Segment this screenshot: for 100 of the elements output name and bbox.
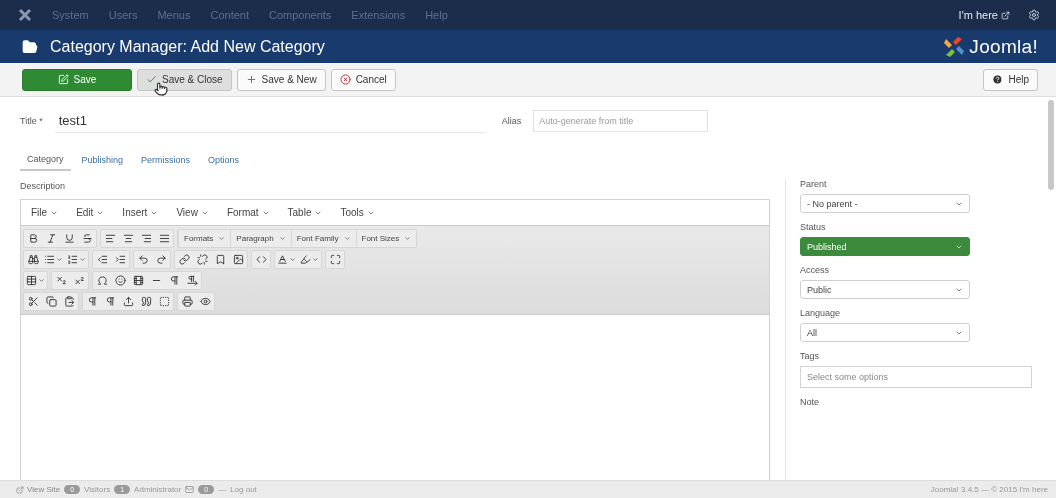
caret-icon <box>289 256 296 263</box>
paste-icon <box>63 296 75 307</box>
underline-icon <box>63 233 75 244</box>
logo-icon <box>943 35 966 58</box>
caret-icon <box>38 277 45 284</box>
highlight-icon <box>300 254 311 265</box>
media-icon <box>132 275 144 286</box>
preview-icon <box>199 296 211 307</box>
indent-icon <box>114 254 126 265</box>
caret-icon <box>404 235 412 242</box>
scrollbar[interactable] <box>1048 100 1054 190</box>
pilcrow-icon <box>104 296 116 307</box>
footer-text: — <box>218 485 227 494</box>
footer-text: Administrator <box>134 485 182 494</box>
align-right-icon <box>140 233 152 244</box>
smiley-icon <box>114 275 126 286</box>
strikethrough-icon <box>81 233 93 244</box>
field-label: Tags <box>800 351 820 361</box>
menu-item[interactable]: Tools <box>340 207 375 218</box>
dropdown[interactable]: Formats <box>178 230 231 247</box>
field-label: Parent <box>800 179 828 189</box>
select-field[interactable]: - No parent - <box>800 194 970 213</box>
mail-icon <box>185 485 195 494</box>
caret-icon <box>278 235 286 242</box>
subscript-icon <box>55 275 67 286</box>
text-color-icon <box>277 254 288 265</box>
upload-icon <box>122 296 134 307</box>
field-label: Status <box>800 222 827 232</box>
image-icon <box>232 254 244 265</box>
external-link-icon <box>16 485 24 494</box>
caret-icon <box>218 235 226 242</box>
dropdown[interactable]: Paragraph <box>230 230 291 247</box>
align-justify-icon <box>158 233 170 244</box>
field-label: Title * <box>20 116 43 126</box>
plus-icon <box>245 74 257 85</box>
toolbar-button[interactable]: Save <box>22 68 132 91</box>
user-link[interactable]: I'm here <box>958 9 1010 21</box>
copyright-text: Joomla! 3.4.5 — © 2015 I'm here <box>930 485 1048 494</box>
select-field[interactable]: Public <box>800 280 970 299</box>
external-link-icon <box>1001 10 1010 20</box>
field-label: Note <box>800 397 820 407</box>
field-label: Access <box>800 265 830 275</box>
caret-icon <box>56 256 63 263</box>
toolbar-button[interactable]: Save & New <box>236 68 326 91</box>
tags-input[interactable]: Select some options <box>800 366 1032 388</box>
link-icon <box>178 254 190 265</box>
menu-item[interactable]: View <box>176 207 209 218</box>
undo-icon <box>137 254 149 265</box>
menu-item[interactable]: Table <box>287 207 323 218</box>
tab[interactable]: Permissions <box>134 150 198 170</box>
menu-item[interactable]: Insert <box>122 207 159 218</box>
caret-icon <box>79 256 86 263</box>
folder-icon <box>22 38 38 55</box>
footer-text: Visitors <box>84 485 111 494</box>
help-button[interactable]: Help <box>983 68 1038 91</box>
pilcrow-icon <box>86 296 98 307</box>
quote-icon <box>140 296 152 307</box>
edit-icon <box>57 74 69 85</box>
settings-icon[interactable] <box>1028 9 1040 21</box>
field-label: Alias <box>501 116 522 126</box>
cut-icon <box>27 296 39 307</box>
table-icon <box>26 275 37 286</box>
select-field[interactable]: Published <box>800 237 970 256</box>
menu-item[interactable]: File <box>31 207 59 218</box>
align-left-icon <box>104 233 116 244</box>
italic-icon <box>45 233 57 244</box>
cancel-icon <box>339 74 351 85</box>
dropdown[interactable]: Font Sizes <box>355 230 417 247</box>
logo-icon <box>18 8 32 22</box>
toolbar-button[interactable]: Cancel <box>330 68 396 91</box>
brand-name: Joomla! <box>969 35 1038 58</box>
tab[interactable]: Publishing <box>74 150 131 170</box>
caret-icon <box>343 235 351 242</box>
binoculars-icon <box>27 254 39 265</box>
print-icon <box>181 296 193 307</box>
alias-input[interactable]: Auto-generate from title <box>533 110 709 132</box>
bullet-list-icon <box>44 254 55 265</box>
bold-icon <box>27 233 39 244</box>
dropdown[interactable]: Font Family <box>290 230 356 247</box>
outdent-icon <box>96 254 108 265</box>
fullscreen-icon <box>329 254 341 265</box>
align-center-icon <box>122 233 134 244</box>
pilcrow-icon <box>186 275 198 286</box>
field-label: Language <box>800 308 842 318</box>
select-field[interactable]: All <box>800 323 970 342</box>
menu-item[interactable]: Format <box>226 207 270 218</box>
menu-item[interactable]: Edit <box>76 207 105 218</box>
check-icon <box>146 74 157 85</box>
superscript-icon <box>73 275 85 286</box>
help-icon <box>992 74 1004 85</box>
redo-icon <box>155 254 167 265</box>
numbered-list-icon <box>67 254 78 265</box>
tab[interactable]: Category <box>20 149 71 171</box>
omega-icon <box>96 275 108 286</box>
footer-text: Log out <box>230 485 257 494</box>
pilcrow-icon <box>168 275 180 286</box>
bookmark-icon <box>214 254 226 265</box>
tab[interactable]: Options <box>201 150 247 170</box>
code-icon <box>255 254 267 265</box>
dashed-square-icon <box>158 296 170 307</box>
